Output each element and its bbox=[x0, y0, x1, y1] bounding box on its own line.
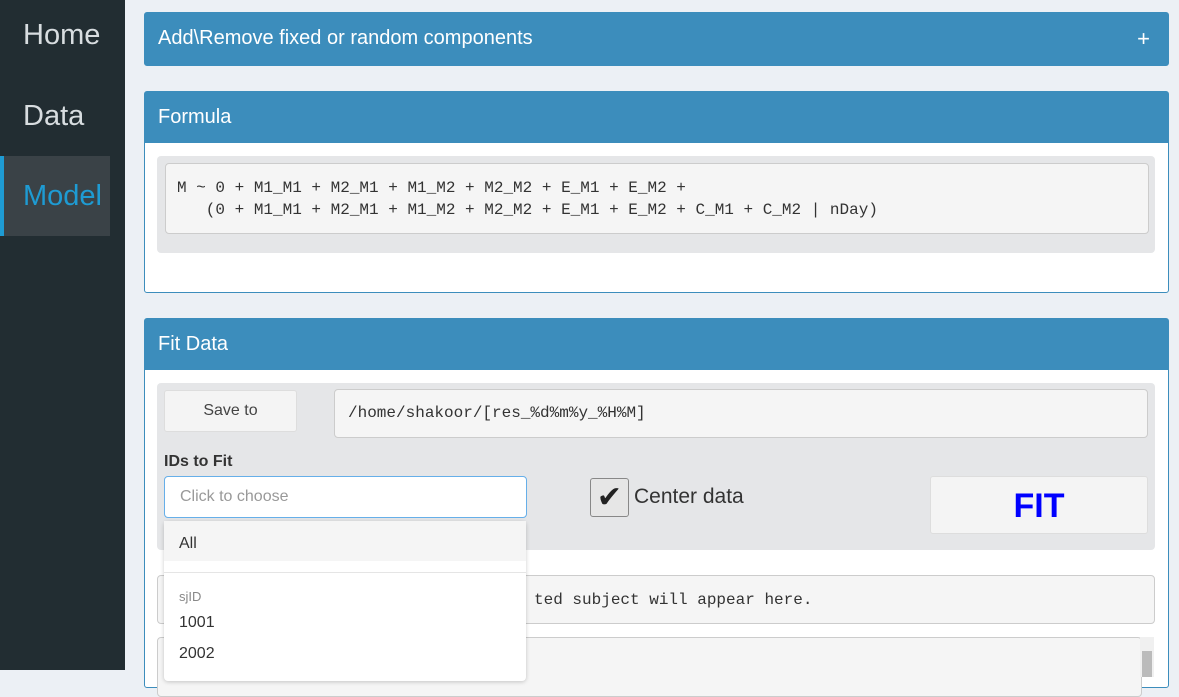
sidebar-item-home[interactable]: Home bbox=[0, 0, 110, 80]
dropdown-option[interactable]: 2002 bbox=[164, 645, 526, 663]
sidebar-item-model[interactable]: Model bbox=[0, 156, 110, 236]
center-data-label: Center data bbox=[634, 485, 744, 508]
formula-title: Formula bbox=[145, 92, 1168, 143]
dropdown-option[interactable]: 1001 bbox=[164, 614, 526, 632]
formula-line: M ~ 0 + M1_M1 + M2_M1 + M1_M2 + M2_M2 + … bbox=[177, 179, 686, 197]
ids-select-input[interactable]: Click to choose bbox=[164, 476, 527, 518]
save-path-input[interactable]: /home/shakoor/[res_%d%m%y_%H%M] bbox=[334, 389, 1148, 438]
scrollbar-thumb[interactable] bbox=[1142, 651, 1152, 677]
components-title: Add\Remove fixed or random components bbox=[158, 27, 533, 49]
components-box: Add\Remove fixed or random components + bbox=[144, 12, 1169, 66]
dropdown-option-all[interactable]: All bbox=[164, 521, 526, 561]
ids-label: IDs to Fit bbox=[164, 453, 233, 470]
fit-button[interactable]: FIT bbox=[930, 476, 1148, 534]
fit-title: Fit Data bbox=[145, 319, 1168, 370]
formula-line: (0 + M1_M1 + M2_M1 + M1_M2 + M2_M2 + E_M… bbox=[177, 201, 878, 219]
plus-icon[interactable]: + bbox=[1137, 13, 1150, 64]
sidebar: Home Data Model bbox=[0, 0, 125, 670]
center-data-checkbox[interactable]: ✔ bbox=[590, 478, 629, 517]
formula-box: Formula M ~ 0 + M1_M1 + M2_M1 + M1_M2 + … bbox=[144, 91, 1169, 293]
formula-output: M ~ 0 + M1_M1 + M2_M1 + M1_M2 + M2_M2 + … bbox=[165, 163, 1149, 234]
dropdown-divider bbox=[164, 572, 526, 573]
components-header[interactable]: Add\Remove fixed or random components + bbox=[145, 13, 1168, 65]
save-to-button[interactable]: Save to bbox=[164, 390, 297, 432]
sidebar-item-data[interactable]: Data bbox=[0, 78, 110, 158]
log-scrollbar[interactable] bbox=[1140, 637, 1154, 677]
ids-dropdown: All sjID 1001 2002 bbox=[164, 521, 526, 681]
dropdown-group-label: sjID bbox=[179, 589, 202, 604]
